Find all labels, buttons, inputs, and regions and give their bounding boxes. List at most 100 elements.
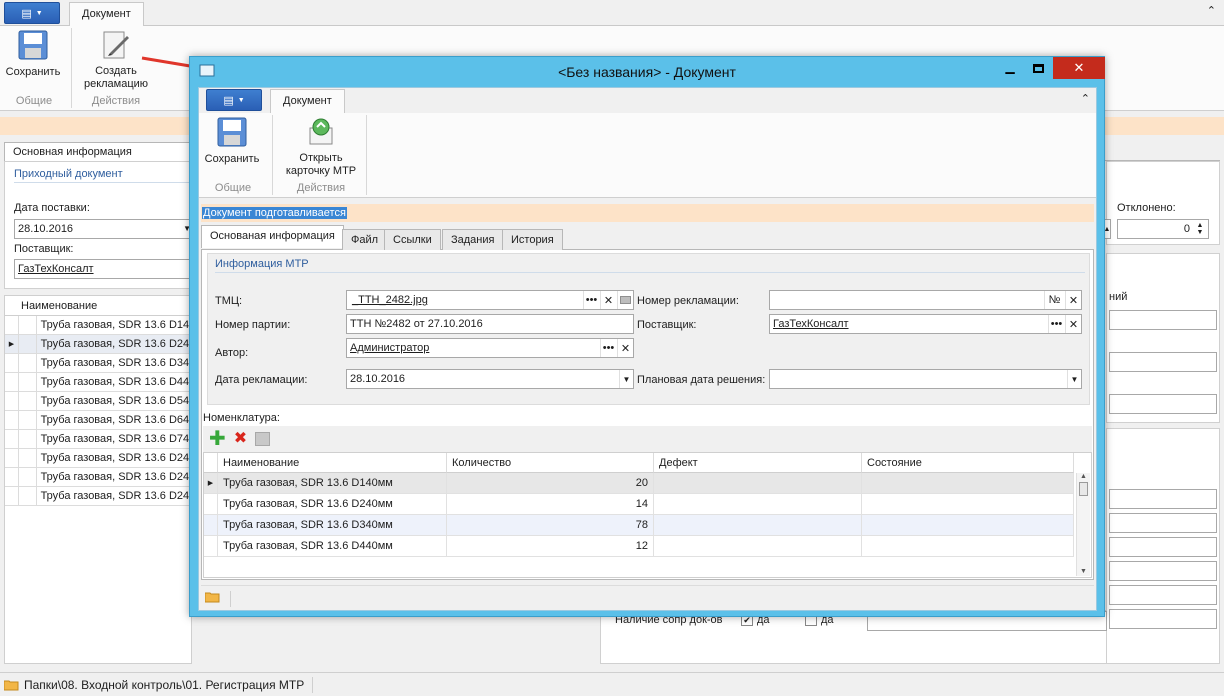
cell-defect[interactable] (654, 536, 862, 557)
row-indicator[interactable] (5, 410, 19, 430)
row-indicator[interactable]: ▶ (204, 473, 218, 494)
row-indicator[interactable] (5, 429, 19, 449)
row-indicator[interactable] (5, 486, 19, 506)
plan-date-field[interactable]: ▼ (769, 369, 1082, 389)
table-row[interactable]: Труба газовая, SDR 13.6 D740 (5, 429, 193, 449)
chevron-down-icon[interactable]: ▼ (619, 370, 633, 388)
right-field-8[interactable] (1109, 585, 1217, 605)
rejected-field[interactable]: 0 ▲ ▼ (1117, 219, 1209, 239)
open-folder-button[interactable] (204, 591, 231, 607)
col-state[interactable]: Состояние (862, 453, 1074, 473)
row-indicator[interactable] (204, 494, 218, 515)
table-row[interactable]: Труба газовая, SDR 13.6 D340 (5, 353, 193, 373)
supplier-field[interactable]: ГазТехКонсалт (14, 259, 194, 279)
supplier-value[interactable]: ГазТехКонсалт (18, 263, 94, 275)
table-row[interactable]: Труба газовая, SDR 13.6 D640 (5, 410, 193, 430)
right-field-7[interactable] (1109, 561, 1217, 581)
tab-history[interactable]: История (502, 229, 563, 250)
table-row[interactable]: Труба газовая, SDR 13.6 D340мм 78 (204, 515, 1074, 536)
breadcrumb[interactable]: Папки\08. Входной контроль\01. Регистрац… (4, 677, 314, 693)
cell-quantity[interactable]: 78 (447, 515, 654, 536)
collapse-ribbon-icon[interactable]: ⌃ (1081, 92, 1090, 105)
cell-quantity[interactable]: 20 (447, 473, 654, 494)
claim-date-field[interactable]: 28.10.2016 ▼ (346, 369, 634, 389)
save-button[interactable]: Сохранить (4, 29, 62, 79)
tab-tasks[interactable]: Задания (442, 229, 504, 250)
add-button[interactable]: ✚ (209, 429, 226, 449)
collapse-ribbon-icon[interactable]: ⌃ (1207, 4, 1216, 17)
table-row[interactable]: Труба газовая, SDR 13.6 D240 (5, 448, 193, 468)
cell-defect[interactable] (654, 515, 862, 536)
ellipsis-button[interactable]: ••• (583, 291, 599, 309)
scroll-thumb[interactable] (1079, 482, 1088, 496)
table-row[interactable]: Труба газовая, SDR 13.6 D540 (5, 391, 193, 411)
cell-state[interactable] (862, 473, 1074, 494)
delivery-date-field[interactable]: 28.10.2016 ▼ (14, 219, 194, 239)
table-row[interactable]: ▶ Труба газовая, SDR 13.6 D140мм 20 (204, 473, 1074, 494)
clear-button[interactable]: ✕ (600, 291, 616, 309)
cell-quantity[interactable]: 12 (447, 536, 654, 557)
cell-name[interactable]: Труба газовая, SDR 13.6 D340мм (218, 515, 447, 536)
dialog-tab-document[interactable]: Документ (270, 89, 345, 113)
grid-scrollbar[interactable]: ▲ ▼ (1076, 473, 1090, 576)
ellipsis-button[interactable]: ••• (1048, 315, 1064, 333)
ellipsis-button[interactable]: ••• (600, 339, 616, 357)
spinner-icon[interactable]: ▲ ▼ (1193, 221, 1207, 237)
dlg-supplier-field[interactable]: ГазТехКонсалт ••• ✕ (769, 314, 1082, 334)
chevron-down-icon[interactable]: ▼ (1067, 370, 1081, 388)
right-field-6[interactable] (1109, 537, 1217, 557)
tab-main-info[interactable]: Основаная информация (201, 225, 344, 248)
cell-state[interactable] (862, 515, 1074, 536)
col-defect[interactable]: Дефект (654, 453, 862, 473)
table-row[interactable]: Труба газовая, SDR 13.6 D140 (5, 315, 193, 335)
cell-state[interactable] (862, 536, 1074, 557)
close-button[interactable]: ✕ (1053, 57, 1105, 79)
tab-document[interactable]: Документ (69, 2, 144, 26)
row-indicator[interactable]: ▶ (5, 334, 19, 354)
table-row[interactable]: ▶ Труба газовая, SDR 13.6 D240 (5, 334, 193, 354)
open-mtr-card-button[interactable]: Открыть карточку МТР (279, 116, 363, 178)
scroll-up-icon[interactable]: ▲ (1077, 473, 1090, 480)
minimize-button[interactable]: ▁ (996, 57, 1024, 79)
cell-defect[interactable] (654, 494, 862, 515)
author-field[interactable]: Администратор ••• ✕ (346, 338, 634, 358)
row-indicator[interactable] (5, 315, 19, 335)
cell-name[interactable]: Труба газовая, SDR 13.6 D240мм (218, 494, 447, 515)
right-field-2[interactable] (1109, 352, 1217, 372)
col-quantity[interactable]: Количество (447, 453, 654, 473)
table-row[interactable]: Труба газовая, SDR 13.6 D240 (5, 486, 193, 506)
tab-main-info[interactable]: Основная информация (4, 142, 194, 161)
right-field-5[interactable] (1109, 513, 1217, 533)
row-indicator[interactable] (204, 515, 218, 536)
author-value[interactable]: Администратор (350, 342, 429, 354)
app-menu-button[interactable]: ▤ ▼ (4, 2, 60, 24)
right-field-3[interactable] (1109, 394, 1217, 414)
tab-links[interactable]: Ссылки (384, 229, 441, 250)
number-button[interactable]: № (1044, 291, 1064, 309)
row-indicator[interactable] (204, 536, 218, 557)
cell-defect[interactable] (654, 473, 862, 494)
cell-name[interactable]: Труба газовая, SDR 13.6 D440мм (218, 536, 447, 557)
preview-button[interactable] (617, 291, 633, 309)
clear-button[interactable]: ✕ (617, 339, 633, 357)
dlg-supplier-value[interactable]: ГазТехКонсалт (773, 318, 849, 330)
scroll-down-icon[interactable]: ▼ (1080, 568, 1087, 575)
row-indicator[interactable] (5, 372, 19, 392)
row-indicator[interactable] (5, 467, 19, 487)
claim-number-field[interactable]: № ✕ (769, 290, 1082, 310)
col-name[interactable]: Наименование (218, 453, 447, 473)
maximize-button[interactable] (1024, 57, 1052, 79)
table-row[interactable]: Труба газовая, SDR 13.6 D440мм 12 (204, 536, 1074, 557)
clear-button[interactable]: ✕ (1065, 315, 1081, 333)
table-row[interactable]: Труба газовая, SDR 13.6 D240 (5, 467, 193, 487)
clear-button[interactable]: ✕ (1065, 291, 1081, 309)
row-indicator[interactable] (5, 353, 19, 373)
tmc-field[interactable]: _TTH_2482.jpg ••• ✕ (346, 290, 634, 310)
dialog-save-button[interactable]: Сохранить (203, 116, 261, 166)
batch-field[interactable]: ТТН №2482 от 27.10.2016 (346, 314, 634, 334)
right-field-1[interactable] (1109, 310, 1217, 330)
tab-file[interactable]: Файл (342, 229, 388, 250)
disabled-button[interactable] (255, 432, 271, 446)
table-row[interactable]: Труба газовая, SDR 13.6 D440 (5, 372, 193, 392)
dialog-app-menu-button[interactable]: ▤ ▼ (206, 89, 262, 111)
